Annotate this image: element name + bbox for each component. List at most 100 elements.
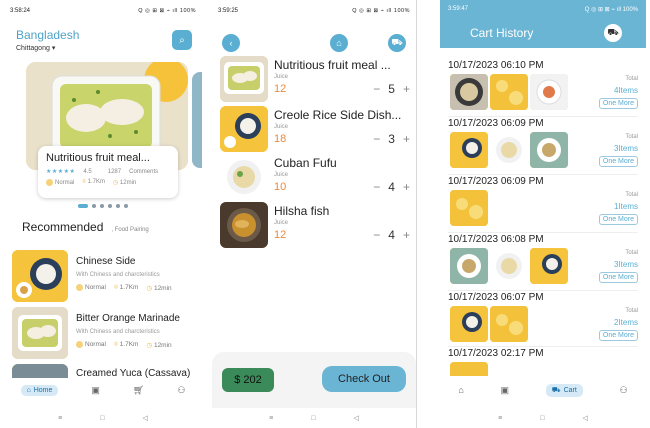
- item-desc: With Chiness and charcteristics: [76, 329, 160, 335]
- home-square-icon[interactable]: □: [540, 415, 544, 422]
- history-entry[interactable]: 10/17/2023 06:07 PM Total 2Items One Mor…: [448, 292, 646, 348]
- food-thumbnail: [450, 248, 488, 284]
- pager-dot[interactable]: [124, 204, 128, 208]
- status-icons: Q ◎ ⊞ ⊠ ⌁ ıll 100%: [352, 8, 410, 14]
- item-name: Hilsha fish: [274, 204, 330, 218]
- nav-home[interactable]: ⌂ Home: [20, 384, 59, 396]
- checkout-button[interactable]: Check Out: [322, 366, 406, 392]
- quantity-stepper: −5 +: [373, 82, 410, 96]
- items-count: 4Items: [613, 86, 638, 95]
- cart-icon[interactable]: 🛒︎: [133, 385, 144, 396]
- item-meta: Normal ⌾ 1.7Km ◷ 12min: [76, 341, 172, 349]
- food-thumbnail: [490, 74, 528, 110]
- level-label: Normal: [55, 180, 75, 187]
- cart-item[interactable]: Cuban Fufu Juice 10 −4 +: [218, 154, 414, 200]
- home-square-icon[interactable]: □: [100, 415, 104, 422]
- one-more-button[interactable]: One More: [598, 330, 638, 341]
- pager-dot[interactable]: [108, 204, 112, 208]
- history-thumbnails: [450, 190, 488, 226]
- food-thumbnail: [490, 132, 528, 168]
- level-icon: [76, 284, 83, 292]
- system-nav: ≡ □ ◁: [440, 408, 646, 428]
- items-count: 1Items: [613, 202, 638, 211]
- comments-count: 1287: [107, 168, 122, 175]
- decrement-button[interactable]: −: [373, 228, 380, 242]
- one-more-button[interactable]: One More: [598, 156, 638, 167]
- list-item[interactable]: Bitter Orange Marinade With Chiness and …: [12, 307, 202, 359]
- quantity-value: 3: [388, 132, 395, 146]
- quantity-stepper: −4 +: [373, 180, 410, 194]
- nav-cart[interactable]: ⛟ Cart: [545, 383, 583, 397]
- status-bar: 3:59:25 Q ◎ ⊞ ⊠ ⌁ ıll 100%: [212, 0, 416, 22]
- food-thumbnail: [450, 132, 488, 168]
- history-entry[interactable]: 10/17/2023 06:09 PM Total 1Items One Mor…: [448, 176, 646, 232]
- carousel-indicator: [78, 204, 128, 208]
- history-entry[interactable]: 10/17/2023 06:09 PM Total 3Items One Mor…: [448, 118, 646, 174]
- next-slide-preview[interactable]: [192, 72, 202, 168]
- level-icon: [46, 179, 53, 186]
- home-button[interactable]: ⌂: [330, 34, 348, 52]
- item-type: Juice: [274, 74, 289, 80]
- archive-icon[interactable]: ▣: [91, 385, 100, 396]
- cart-button[interactable]: ⛟: [388, 34, 406, 52]
- cart-item[interactable]: Nutritious fruit meal ... Juice 12 −5 +: [218, 56, 414, 102]
- item-name: Creole Rice Side Dish...: [274, 108, 402, 122]
- item-name: Creamed Yuca (Cassava): [76, 368, 191, 378]
- cart-item[interactable]: Creole Rice Side Dish... Juice 18 −3 +: [218, 106, 414, 152]
- history-thumbnails: [450, 248, 568, 284]
- profile-icon[interactable]: ⚇: [177, 385, 185, 396]
- app-header: Cart History ⛟: [440, 18, 646, 48]
- history-entry[interactable]: 10/17/2023 02:17 PM: [448, 348, 646, 376]
- back-icon[interactable]: ◁: [582, 414, 587, 422]
- home-icon[interactable]: ⌂: [458, 385, 463, 395]
- back-button[interactable]: ‹: [222, 34, 240, 52]
- recommended-filter[interactable]: , Food Pairing: [111, 227, 148, 233]
- one-more-button[interactable]: One More: [598, 98, 638, 109]
- home-square-icon[interactable]: □: [311, 415, 315, 422]
- food-thumbnail: [450, 362, 488, 376]
- divider: [448, 232, 638, 233]
- pager-dot[interactable]: [116, 204, 120, 208]
- featured-card[interactable]: Nutritious fruit meal... ★★★★★ 4.5 1287 …: [38, 146, 178, 198]
- cart-button[interactable]: ⛟: [604, 24, 622, 42]
- cart-item[interactable]: Hilsha fish Juice 12 −4 +: [218, 202, 414, 248]
- history-entry[interactable]: 10/17/2023 06:08 PM Total 3Items One Mor…: [448, 234, 646, 290]
- one-more-button[interactable]: One More: [598, 272, 638, 283]
- food-thumbnail: [490, 306, 528, 342]
- increment-button[interactable]: +: [403, 82, 410, 96]
- menu-icon[interactable]: ≡: [269, 415, 273, 422]
- back-icon[interactable]: ◁: [142, 414, 147, 422]
- list-item[interactable]: Creamed Yuca (Cassava): [12, 364, 202, 378]
- item-price: 18: [274, 133, 287, 145]
- decrement-button[interactable]: −: [373, 180, 380, 194]
- archive-icon[interactable]: ▣: [501, 385, 510, 396]
- pager-dot[interactable]: [78, 204, 88, 208]
- list-item[interactable]: Chinese Side With Chiness and charcteris…: [12, 250, 202, 302]
- cart-screen: 3:59:25 Q ◎ ⊞ ⊠ ⌁ ıll 100% ‹ ⌂ ⛟ Nutriti…: [212, 0, 416, 428]
- menu-icon[interactable]: ≡: [58, 415, 62, 422]
- location-pin-icon: ⌾: [82, 179, 86, 186]
- back-icon[interactable]: ◁: [353, 414, 358, 422]
- pager-dot[interactable]: [100, 204, 104, 208]
- city-selector[interactable]: Chittagong ▾: [16, 44, 192, 52]
- one-more-button[interactable]: One More: [598, 214, 638, 225]
- clock-icon: ◷: [146, 342, 153, 349]
- history-entry[interactable]: 10/17/2023 06:10 PM Total 4Items One Mor…: [448, 60, 646, 116]
- profile-icon[interactable]: ⚇: [620, 385, 628, 396]
- food-thumbnail: [530, 74, 568, 110]
- search-button[interactable]: ⌕: [172, 30, 192, 50]
- decrement-button[interactable]: −: [373, 132, 380, 146]
- food-thumbnail: [12, 364, 68, 378]
- decrement-button[interactable]: −: [373, 82, 380, 96]
- city-label: Chittagong: [16, 45, 50, 52]
- items-count: 3Items: [613, 260, 638, 269]
- pager-dot[interactable]: [92, 204, 96, 208]
- food-thumbnail: [12, 307, 68, 359]
- item-name: Cuban Fufu: [274, 156, 337, 170]
- increment-button[interactable]: +: [403, 132, 410, 146]
- menu-icon[interactable]: ≡: [498, 415, 502, 422]
- cart-icon: ⛟: [551, 386, 561, 394]
- level-icon: [76, 341, 83, 349]
- increment-button[interactable]: +: [403, 180, 410, 194]
- increment-button[interactable]: +: [403, 228, 410, 242]
